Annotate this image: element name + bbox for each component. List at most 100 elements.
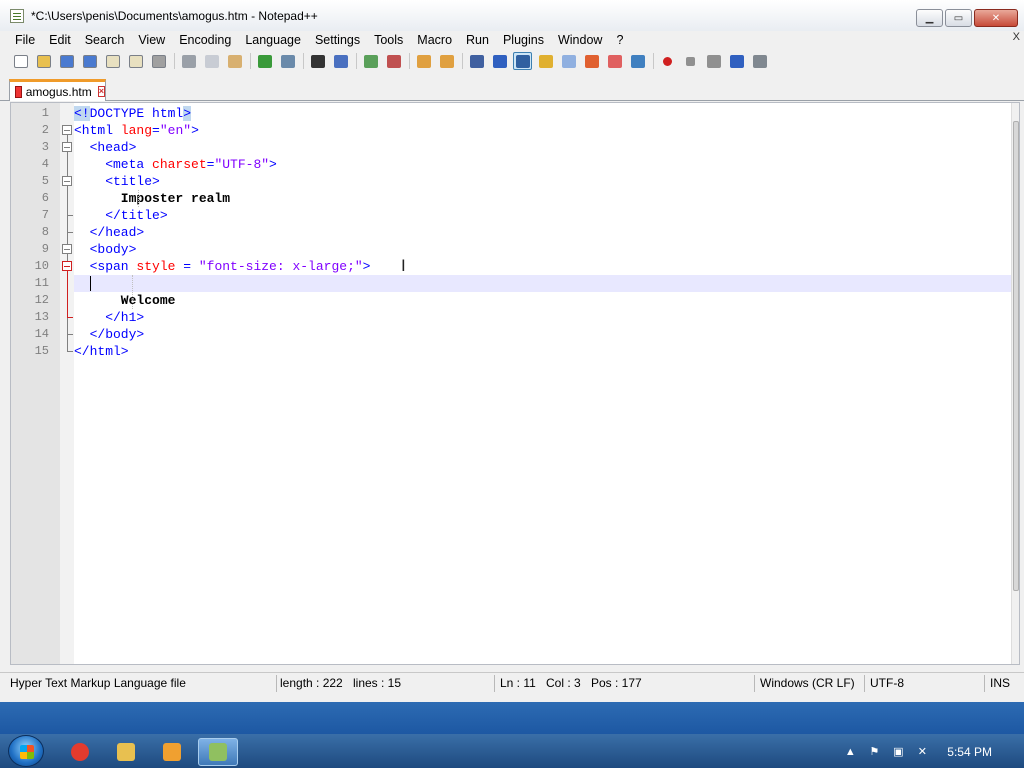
taskbar-clock[interactable]: 5:54 PM [947,745,992,759]
status-divider [276,675,277,692]
close-window-button[interactable]: ✕ [974,9,1018,27]
taskbar-explorer-button[interactable] [106,738,146,766]
save-macro-button[interactable] [750,52,769,70]
menu-item-edit[interactable]: Edit [42,31,78,49]
fold-toggle-icon[interactable] [62,142,72,152]
fold-toggle-icon[interactable] [62,176,72,186]
replace-button[interactable] [331,52,350,70]
toolbar-separator [653,53,654,69]
code-line[interactable]: <html lang="en"> [74,122,1011,139]
indent-guide-button[interactable] [513,52,532,70]
menu-item-settings[interactable]: Settings [308,31,367,49]
sync-horizontal-button[interactable] [437,52,456,70]
code-line[interactable]: </h1> [74,309,1011,326]
taskbar-media-player-button[interactable] [152,738,192,766]
code-line[interactable]: Welcome [74,292,1011,309]
maximize-icon: ▭ [953,12,964,24]
folder-as-workspace-button[interactable] [605,52,624,70]
code-line[interactable]: <meta charset="UTF-8"> [74,156,1011,173]
code-line[interactable]: <body> [74,241,1011,258]
copy-button[interactable] [202,52,221,70]
taskbar-chrome-button[interactable] [60,738,100,766]
title-bar: *C:\Users\penis\Documents\amogus.htm - N… [0,0,1024,31]
function-list-button[interactable] [582,52,601,70]
code-line[interactable]: </title> [74,207,1011,224]
zoom-out-button[interactable] [384,52,403,70]
close-document-x-icon[interactable]: X [1013,31,1020,43]
cut-icon [181,54,196,68]
menu-item-help[interactable]: ? [609,31,630,49]
indent-guide [138,190,139,207]
code-line[interactable]: <!DOCTYPE html> [74,105,1011,122]
sync-vertical-button[interactable] [414,52,433,70]
menu-item-view[interactable]: View [131,31,172,49]
tab-close-icon[interactable]: × [97,86,105,97]
code-editor[interactable]: <!DOCTYPE html> <html lang="en"> <head> <… [10,102,1020,665]
maximize-button[interactable]: ▭ [945,9,972,27]
menu-item-file[interactable]: File [8,31,42,49]
menu-item-language[interactable]: Language [238,31,308,49]
minimize-button[interactable]: ▁ [916,9,943,27]
save-button[interactable] [57,52,76,70]
udl-button[interactable] [536,52,555,70]
minimize-icon: ▁ [925,12,934,24]
network-icon[interactable]: ▣ [891,745,905,759]
open-file-button[interactable] [34,52,53,70]
cut-button[interactable] [179,52,198,70]
print-button[interactable] [149,52,168,70]
undo-button[interactable] [255,52,274,70]
toolbar-separator [174,53,175,69]
run-macro-multiple-button[interactable] [727,52,746,70]
doc-map-button[interactable] [559,52,578,70]
monitoring-button[interactable] [628,52,647,70]
code-token: > [362,259,371,274]
play-macro-button[interactable] [704,52,723,70]
notepad-app-icon[interactable] [10,8,24,23]
code-line[interactable]: <span style = "font-size: x-large;"> [74,258,1011,275]
menu-item-encoding[interactable]: Encoding [172,31,238,49]
redo-button[interactable] [278,52,297,70]
menu-item-window[interactable]: Window [551,31,609,49]
tab-bar: amogus.htm × [0,74,1024,101]
new-file-button[interactable] [11,52,30,70]
scrollbar-thumb[interactable] [1013,121,1019,591]
fold-toggle-icon[interactable] [62,244,72,254]
find-button[interactable] [308,52,327,70]
close-all-button[interactable] [126,52,145,70]
code-line[interactable]: </html> [74,343,1011,360]
word-wrap-button[interactable] [467,52,486,70]
code-line[interactable]: Imposter realm [74,190,1011,207]
code-token: <!DOCTYPE html> [74,106,192,121]
save-all-button[interactable] [80,52,99,70]
code-line[interactable]: </head> [74,224,1011,241]
code-area[interactable]: <!DOCTYPE html> <html lang="en"> <head> <… [74,103,1011,664]
volume-muted-icon[interactable]: ✕ [915,745,929,759]
menu-item-tools[interactable]: Tools [367,31,410,49]
run-macro-multiple-icon [729,54,744,68]
fold-toggle-icon[interactable] [62,261,72,271]
taskbar-notepad-plus-plus-button[interactable] [198,738,238,766]
code-line[interactable]: </body> [74,326,1011,343]
tab-amogus-htm[interactable]: amogus.htm × [9,79,106,101]
show-hidden-icons-icon[interactable]: ▲ [843,745,857,759]
start-button[interactable] [8,735,44,767]
code-line[interactable]: <head> [74,139,1011,156]
fold-line [67,271,68,317]
code-line[interactable]: <title> [74,173,1011,190]
fold-end-marker [67,351,73,352]
menu-item-run[interactable]: Run [459,31,496,49]
fold-toggle-icon[interactable] [62,125,72,135]
menu-item-plugins[interactable]: Plugins [496,31,551,49]
stop-macro-button[interactable] [681,52,700,70]
vertical-scrollbar[interactable] [1011,103,1019,664]
paste-button[interactable] [225,52,244,70]
record-macro-button[interactable] [658,52,677,70]
action-center-flag-icon[interactable]: ⚑ [867,745,881,759]
code-line[interactable] [74,275,1011,292]
show-all-chars-button[interactable] [490,52,509,70]
zoom-in-button[interactable] [361,52,380,70]
menu-item-search[interactable]: Search [78,31,132,49]
function-list-icon [584,54,599,68]
menu-item-macro[interactable]: Macro [410,31,459,49]
close-button[interactable] [103,52,122,70]
